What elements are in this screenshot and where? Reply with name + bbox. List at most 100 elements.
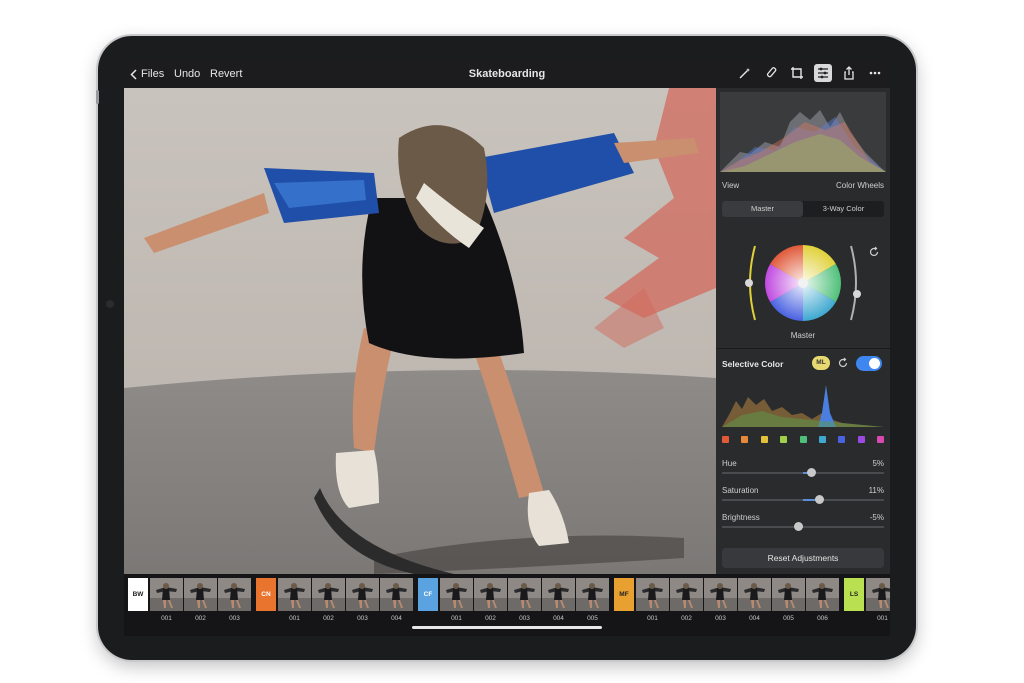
color-swatch[interactable]	[877, 436, 884, 443]
preset-preview-image	[670, 578, 703, 611]
home-indicator	[412, 626, 602, 629]
ml-wand-icon	[739, 68, 750, 79]
filter-preset-thumb[interactable]: 001	[440, 578, 473, 624]
filter-category-ls[interactable]: LS	[844, 578, 864, 611]
preset-number: 004	[749, 615, 760, 622]
filter-preset-thumb[interactable]: 002	[474, 578, 507, 624]
photo-canvas[interactable]	[124, 88, 716, 574]
wheel-label: Master	[790, 331, 816, 340]
preset-preview-image	[576, 578, 609, 611]
filter-category-cn[interactable]: CN	[256, 578, 276, 611]
filter-category-mf[interactable]: MF	[614, 578, 634, 611]
color-swatch[interactable]	[857, 436, 865, 443]
selective-reset-icon[interactable]	[837, 357, 849, 369]
selective-histogram	[722, 385, 884, 427]
filter-preset-thumb[interactable]: 003	[218, 578, 251, 624]
color-swatch[interactable]	[838, 436, 846, 443]
color-wheel[interactable]	[741, 238, 871, 338]
color-swatch[interactable]	[818, 436, 826, 443]
filter-preset-thumb[interactable]: 003	[508, 578, 541, 624]
filter-preset-thumb[interactable]: 006	[806, 578, 839, 624]
filter-preset-thumb[interactable]: 004	[542, 578, 575, 624]
undo-label: Undo	[174, 68, 201, 80]
skateboarder-photo	[124, 88, 716, 574]
revert-button[interactable]: Revert	[210, 68, 242, 80]
preset-number: 001	[877, 615, 888, 622]
tab-master[interactable]: Master	[722, 201, 803, 217]
preset-number: 003	[519, 615, 530, 622]
saturation-track	[722, 495, 884, 504]
filter-category-bw[interactable]: BW	[128, 578, 148, 611]
share-button[interactable]	[840, 64, 858, 82]
filter-preset-thumb[interactable]: 004	[738, 578, 771, 624]
filter-preset-thumb[interactable]: 005	[576, 578, 609, 624]
more-button[interactable]	[866, 64, 884, 82]
back-label: Files	[141, 68, 165, 80]
view-value[interactable]: Color Wheels	[836, 181, 884, 190]
filter-preset-thumb[interactable]: 001	[866, 578, 890, 624]
preset-preview-image	[440, 578, 473, 611]
preset-number: 004	[553, 615, 564, 622]
adjustments-icon	[818, 67, 828, 79]
brush-button[interactable]	[762, 64, 780, 82]
preset-preview-image	[738, 578, 771, 611]
saturation-thumb[interactable]	[815, 495, 825, 504]
preset-number: 001	[161, 615, 172, 622]
top-bar: Files Undo Revert Skateboarding	[124, 60, 890, 88]
preset-number: 005	[587, 615, 598, 622]
undo-button[interactable]: Undo	[174, 68, 200, 80]
preset-number: 005	[783, 615, 794, 622]
hue-thumb[interactable]	[807, 468, 817, 477]
volume-button	[96, 90, 99, 104]
color-swatch[interactable]	[760, 436, 768, 443]
preset-preview-image	[806, 578, 839, 611]
preset-number: 003	[229, 615, 240, 622]
tab-3-way-color[interactable]: 3-Way Color	[803, 201, 884, 217]
filter-preset-thumb[interactable]: 002	[184, 578, 217, 624]
preset-preview-image	[508, 578, 541, 611]
preset-number: 002	[195, 615, 206, 622]
preset-number: 002	[485, 615, 496, 622]
reset-adjustments-button[interactable]: Reset Adjustments	[722, 548, 884, 568]
hue-label: Hue	[722, 459, 737, 468]
ml-badge[interactable]: ML	[812, 356, 830, 370]
filter-preset-thumb[interactable]: 001	[636, 578, 669, 624]
share-icon	[844, 66, 854, 80]
filter-preset-thumb[interactable]: 001	[150, 578, 183, 624]
filter-preset-thumb[interactable]: 001	[278, 578, 311, 624]
adjustments-button[interactable]	[814, 64, 832, 82]
filter-preset-thumb[interactable]: 005	[772, 578, 805, 624]
brightness-value: -5%	[869, 513, 884, 522]
preset-preview-image	[150, 578, 183, 611]
divider	[716, 348, 890, 349]
filter-category-cf[interactable]: CF	[418, 578, 438, 611]
preset-preview-image	[380, 578, 413, 611]
preset-preview-image	[278, 578, 311, 611]
ml-wand-button[interactable]	[736, 64, 754, 82]
preset-preview-image	[704, 578, 737, 611]
back-button[interactable]: Files	[130, 68, 164, 80]
saturation-label: Saturation	[722, 486, 759, 495]
preset-preview-image	[346, 578, 379, 611]
camera-dot	[106, 300, 114, 308]
color-swatch[interactable]	[780, 436, 788, 443]
selective-color-toggle[interactable]	[856, 356, 882, 371]
brightness-label: Brightness	[722, 513, 760, 522]
chevron-left-icon	[130, 68, 137, 80]
preset-preview-image	[772, 578, 805, 611]
preset-preview-image	[542, 578, 575, 611]
filter-preset-thumb[interactable]: 002	[312, 578, 345, 624]
filter-preset-thumb[interactable]: 003	[704, 578, 737, 624]
brightness-thumb[interactable]	[794, 522, 804, 531]
wheel-reset-icon[interactable]	[868, 246, 880, 258]
hue-value: 5%	[872, 459, 884, 468]
color-swatch[interactable]	[722, 436, 729, 443]
filter-preset-thumb[interactable]: 003	[346, 578, 379, 624]
preset-number: 003	[715, 615, 726, 622]
color-swatch[interactable]	[799, 436, 807, 443]
filter-preset-thumb[interactable]: 002	[670, 578, 703, 624]
crop-button[interactable]	[788, 64, 806, 82]
filter-preset-thumb[interactable]: 004	[380, 578, 413, 624]
preset-preview-image	[218, 578, 251, 611]
color-swatch[interactable]	[741, 436, 749, 443]
